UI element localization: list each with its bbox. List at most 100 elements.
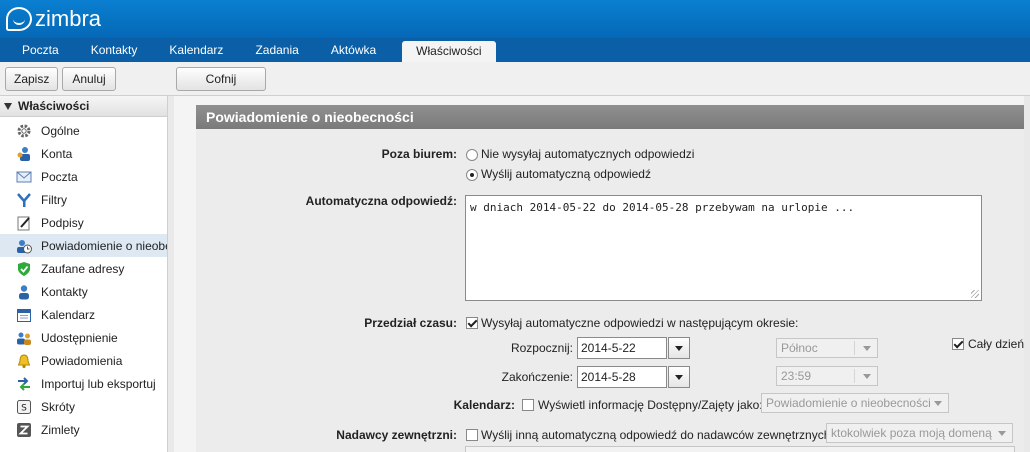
cancel-button[interactable]: Anuluj	[62, 67, 116, 91]
resize-handle-icon[interactable]	[971, 290, 979, 298]
chevron-down-icon	[675, 345, 683, 351]
sidebar-item-sharing[interactable]: Udostępnienie	[0, 326, 167, 349]
zimbra-logo-icon	[6, 7, 32, 31]
away-label: Poza biurem:	[381, 147, 457, 161]
out-of-office-icon	[15, 237, 32, 254]
sidebar-item-label: Importuj lub eksportuj	[41, 376, 156, 391]
import-export-icon	[15, 375, 32, 392]
app-tabbar: Poczta Kontakty Kalendarz Zadania Aktówk…	[0, 38, 1030, 62]
time-range-checkbox[interactable]	[466, 317, 478, 329]
sidebar-header[interactable]: Właściwości	[0, 96, 167, 117]
panel-title: Powiadomienie o nieobecności	[196, 105, 1030, 129]
sharing-icon	[15, 329, 32, 346]
auto-reply-label: Automatyczna odpowiedź:	[305, 194, 457, 208]
sidebar-item-accounts[interactable]: Konta	[0, 142, 167, 165]
external-senders-select: ktokolwiek poza moją domeną	[826, 423, 1013, 443]
tab-preferences[interactable]: Właściwości	[402, 41, 496, 62]
gear-icon	[15, 122, 32, 139]
external-reply-label[interactable]: Wyślij inną automatyczną odpowiedź do na…	[481, 428, 834, 442]
tab-mail[interactable]: Poczta	[0, 38, 75, 62]
calendar-icon	[15, 306, 32, 323]
all-day-checkbox[interactable]	[952, 338, 964, 350]
calendar-label: Kalendarz:	[453, 398, 515, 412]
time-range-label: Przedział czasu:	[364, 316, 457, 330]
end-label: Zakończenie:	[501, 370, 573, 384]
app-header: zimbra	[0, 0, 1030, 38]
sidebar-item-label: Skróty	[41, 399, 76, 414]
external-reply-checkbox[interactable]	[466, 429, 478, 441]
sidebar-item-signatures[interactable]: Podpisy	[0, 211, 167, 234]
vertical-scrollbar[interactable]	[1024, 96, 1030, 452]
sidebar-item-label: Powiadomienie o nieobe	[41, 238, 168, 253]
sidebar-item-mail[interactable]: Poczta	[0, 165, 167, 188]
chevron-down-icon	[863, 346, 871, 351]
save-button[interactable]: Zapisz	[5, 67, 58, 91]
end-date-input[interactable]: 2014-5-28	[577, 366, 667, 388]
start-date-dropdown[interactable]	[668, 337, 690, 359]
mail-icon	[15, 168, 32, 185]
sidebar-item-label: Podpisy	[41, 215, 84, 230]
radio-no-auto-reply[interactable]	[466, 149, 478, 161]
chevron-down-icon	[675, 374, 683, 380]
radio-send-auto-reply-label[interactable]: Wyślij automatyczną odpowiedź	[481, 167, 651, 181]
chevron-down-icon	[863, 374, 871, 379]
start-date-input[interactable]: 2014-5-22	[577, 337, 667, 359]
sidebar-item-label: Filtry	[41, 192, 67, 207]
sidebar-item-label: Zaufane adresy	[41, 261, 125, 276]
tab-calendar[interactable]: Kalendarz	[153, 38, 239, 62]
svg-text:S: S	[21, 403, 27, 413]
signature-icon	[15, 214, 32, 231]
collapse-triangle-icon[interactable]	[4, 103, 12, 111]
tab-tasks[interactable]: Zadania	[239, 38, 314, 62]
sidebar-item-label: Kalendarz	[41, 307, 96, 322]
calendar-freebusy-select: Powiadomienie o nieobecności	[761, 393, 949, 413]
contact-icon	[15, 283, 32, 300]
sidebar-title: Właściwości	[18, 99, 90, 113]
sidebar-item-label: Powiadomienia	[41, 353, 123, 368]
auto-reply-text: w dniach 2014-05-22 do 2014-05-28 przeby…	[470, 201, 855, 214]
sidebar-item-import-export[interactable]: Importuj lub eksportuj	[0, 372, 167, 395]
tab-contacts[interactable]: Kontakty	[75, 38, 154, 62]
sidebar-item-calendar[interactable]: Kalendarz	[0, 303, 167, 326]
sidebar-item-filters[interactable]: Filtry	[0, 188, 167, 211]
sidebar-item-label: Ogólne	[41, 123, 80, 138]
sidebar-item-label: Zimlety	[41, 422, 80, 437]
sidebar-item-label: Poczta	[41, 169, 78, 184]
sidebar-item-label: Udostępnienie	[41, 330, 118, 345]
sidebar-item-shortcuts[interactable]: S Skróty	[0, 395, 167, 418]
all-day-label[interactable]: Cały dzień	[968, 337, 1024, 351]
external-senders-value: ktokolwiek poza moją domeną	[831, 426, 992, 440]
end-time-select: 23:59	[776, 366, 878, 386]
tab-briefcase[interactable]: Aktówka	[315, 38, 392, 62]
sidebar-item-notifications[interactable]: Powiadomienia	[0, 349, 167, 372]
external-senders-label: Nadawcy zewnętrzni:	[336, 428, 457, 442]
start-time-value: Północ	[781, 341, 818, 355]
sidebar-item-out-of-office[interactable]: Powiadomienie o nieobe	[0, 234, 167, 257]
sidebar-item-trusted-addresses[interactable]: Zaufane adresy	[0, 257, 167, 280]
zimbra-logo[interactable]: zimbra	[6, 5, 101, 33]
auto-reply-textarea[interactable]: w dniach 2014-05-22 do 2014-05-28 przeby…	[465, 195, 982, 301]
chevron-down-icon	[934, 401, 942, 406]
calendar-freebusy-checkbox[interactable]	[522, 399, 534, 411]
calendar-freebusy-value: Powiadomienie o nieobecności	[766, 396, 931, 410]
shield-icon	[15, 260, 32, 277]
zimlet-icon	[15, 421, 32, 438]
sidebar-item-contacts[interactable]: Kontakty	[0, 280, 167, 303]
sidebar-item-label: Konta	[41, 146, 73, 161]
logo-text: zimbra	[35, 6, 102, 31]
radio-no-auto-reply-label[interactable]: Nie wysyłaj automatycznych odpowiedzi	[481, 147, 694, 161]
end-time-value: 23:59	[781, 369, 812, 383]
time-range-checkbox-label[interactable]: Wysyłaj automatyczne odpowiedzi w następ…	[481, 316, 798, 330]
sidebar-item-general[interactable]: Ogólne	[0, 119, 167, 142]
start-label: Rozpocznij:	[510, 341, 573, 355]
calendar-freebusy-label[interactable]: Wyświetl informację Dostępny/Zajęty jako…	[538, 398, 763, 412]
radio-send-auto-reply[interactable]	[466, 169, 478, 181]
external-reply-textarea	[465, 446, 1015, 452]
toolbar: Zapisz Anuluj Cofnij zmiany	[0, 62, 1030, 108]
revert-changes-button[interactable]: Cofnij zmiany	[176, 67, 266, 108]
filter-icon	[15, 191, 32, 208]
start-time-select: Północ	[776, 338, 878, 358]
end-date-dropdown[interactable]	[668, 366, 690, 388]
preferences-sidebar: Właściwości Ogólne Konta Poczta Filtry P…	[0, 96, 168, 452]
sidebar-item-zimlets[interactable]: Zimlety	[0, 418, 167, 441]
